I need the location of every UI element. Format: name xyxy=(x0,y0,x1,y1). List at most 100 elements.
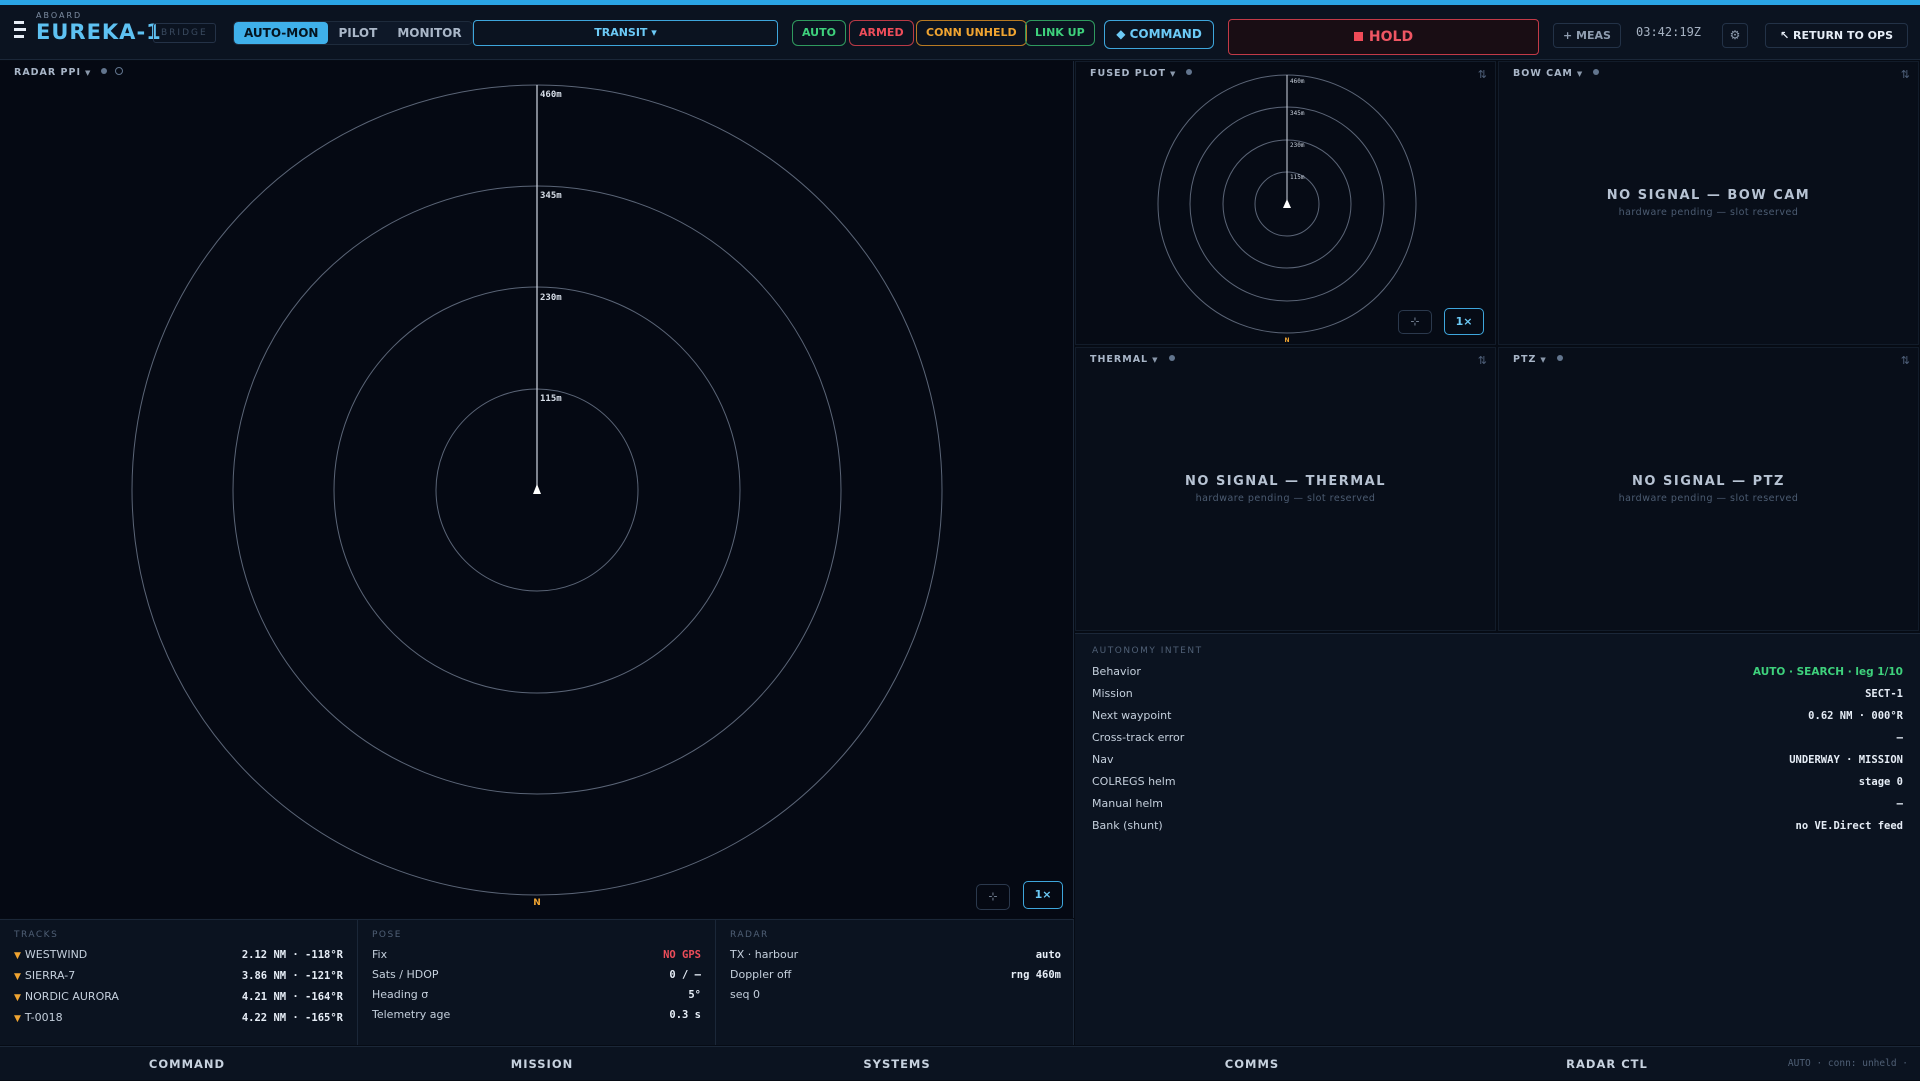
intent-row: Next waypoint 0.62 NM · 000°R xyxy=(1092,709,1903,722)
status-dot-icon xyxy=(1593,69,1600,75)
target-triangle-icon: ▼ xyxy=(14,972,21,982)
target-triangle-icon: ▼ xyxy=(14,951,21,961)
pose-row: Telemetry age 0.3 s xyxy=(372,1008,701,1021)
command-button[interactable]: ◆ COMMAND xyxy=(1104,20,1214,49)
track-row[interactable]: ▼ WESTWIND 2.12 NM · -118°R xyxy=(14,945,343,966)
brand-subtitle: ABOARD xyxy=(36,11,83,20)
recenter-button[interactable]: ⊹ xyxy=(1398,310,1432,334)
zoom-button[interactable]: 1× xyxy=(1023,881,1063,909)
range-label: 345m xyxy=(1290,110,1305,117)
fused-plot-scope[interactable]: 115m 230m 345m 460m N xyxy=(1076,62,1497,346)
radar-row: Doppler off rng 460m xyxy=(730,968,1061,981)
recenter-button[interactable]: ⊹ xyxy=(976,884,1010,910)
connection-status: AUTO · conn: unheld · xyxy=(1787,1058,1908,1069)
add-measurement-button[interactable]: + MEAS xyxy=(1553,23,1621,48)
range-label: 460m xyxy=(1290,78,1305,85)
stop-icon xyxy=(1353,32,1363,41)
zoom-button[interactable]: 1× xyxy=(1444,308,1484,335)
swap-icon[interactable]: ⇅ xyxy=(1901,354,1910,367)
track-row[interactable]: ▼ NORDIC AURORA 4.21 NM · -164°R xyxy=(14,987,343,1008)
radar-status-panel: RADAR TX · harbour auto Doppler off rng 46… xyxy=(716,919,1074,1045)
top-bar: ABOARD EUREKA-1 BRIDGE AUTO-MON PILOT MO… xyxy=(0,5,1920,60)
pose-row: Fix NO GPS xyxy=(372,945,701,965)
mode-selector: AUTO-MON PILOT MONITOR xyxy=(233,21,473,45)
behavior-value: AUTO · SEARCH · leg 1/10 xyxy=(1752,666,1903,678)
mode-pilot[interactable]: PILOT xyxy=(328,22,387,44)
chevron-down-icon: ▼ xyxy=(1576,70,1584,78)
north-marker: N xyxy=(533,898,541,908)
bridge-badge: BRIDGE xyxy=(153,23,216,43)
radar-row: seq 0 xyxy=(730,988,760,1001)
section-header: TRACKS xyxy=(14,930,59,940)
section-header: AUTONOMY INTENT xyxy=(1092,646,1203,656)
no-signal-message: NO SIGNAL — BOW CAM hardware pending — s… xyxy=(1606,188,1811,218)
settings-button[interactable]: ⚙ xyxy=(1722,23,1748,48)
tracks-panel: TRACKS ▼ WESTWIND 2.12 NM · -118°R ▼ SIERRA… xyxy=(0,919,358,1045)
swap-icon[interactable]: ⇅ xyxy=(1478,354,1487,367)
intent-row: Mission SECT-1 xyxy=(1092,687,1903,700)
range-label: 230m xyxy=(1290,142,1305,149)
range-label: 460m xyxy=(540,90,562,100)
armed-status-pill: ARMED xyxy=(849,20,914,46)
radar-ppi-panel: RADAR PPI ▼ 115m 230m 345m 460m N ⊹ 1× xyxy=(0,61,1074,918)
auto-status-pill: AUTO xyxy=(792,20,846,46)
fused-plot-panel: FUSED PLOT ▼ ⇅ 115m 230m 345m 460m N ⊹ 1× xyxy=(1075,61,1496,345)
gps-fix-value: NO GPS xyxy=(663,949,701,961)
tab-radar-ctl[interactable]: RADAR CTL xyxy=(1507,1047,1707,1081)
thermal-title[interactable]: THERMAL ▼ xyxy=(1090,354,1175,365)
tab-systems[interactable]: SYSTEMS xyxy=(797,1047,997,1081)
range-label: 115m xyxy=(540,394,562,404)
intent-row: Behavior AUTO · SEARCH · leg 1/10 xyxy=(1092,661,1903,683)
mode-auto-mon[interactable]: AUTO-MON xyxy=(234,22,329,44)
ptz-title[interactable]: PTZ ▼ xyxy=(1513,354,1563,365)
brand: ABOARD EUREKA-1 xyxy=(14,11,162,44)
bow-cam-panel: BOW CAM ▼ ⇅ NO SIGNAL — BOW CAM hardware … xyxy=(1498,61,1919,345)
radar-row: TX · harbour auto xyxy=(730,948,1061,961)
tab-mission[interactable]: MISSION xyxy=(442,1047,642,1081)
intent-row: COLREGS helm stage 0 xyxy=(1092,775,1903,788)
transit-dropdown[interactable]: TRANSIT ▾ xyxy=(473,20,778,46)
no-signal-message: NO SIGNAL — PTZ hardware pending — slot … xyxy=(1618,474,1799,504)
intent-row: Cross-track error — xyxy=(1092,731,1903,744)
no-signal-message: NO SIGNAL — THERMAL hardware pending — s… xyxy=(1184,474,1387,504)
section-header: RADAR xyxy=(730,930,769,940)
pose-row: Sats / HDOP 0 / — xyxy=(372,968,701,981)
pose-panel: POSE Fix NO GPS Sats / HDOP 0 / — Heading … xyxy=(358,919,716,1045)
swap-icon[interactable]: ⇅ xyxy=(1901,68,1910,81)
ptz-panel: PTZ ▼ ⇅ NO SIGNAL — PTZ hardware pending … xyxy=(1498,347,1919,631)
own-ship-icon xyxy=(533,484,541,494)
track-row[interactable]: ▼ T-0018 4.22 NM · -165°R xyxy=(14,1008,343,1029)
target-triangle-icon: ▼ xyxy=(14,993,21,1003)
hold-label: HOLD xyxy=(1368,29,1414,45)
hold-button[interactable]: HOLD xyxy=(1228,19,1539,55)
utc-clock: 03:42:19Z xyxy=(1636,25,1702,39)
conn-status-pill: CONN UNHELD xyxy=(916,20,1027,46)
tab-command[interactable]: COMMAND xyxy=(87,1047,287,1081)
crosshair-icon: ⊹ xyxy=(988,890,998,903)
radar-ppi-scope[interactable]: 115m 230m 345m 460m N xyxy=(0,61,1074,918)
chevron-down-icon: ▼ xyxy=(1540,356,1547,364)
range-label: 230m xyxy=(540,293,562,303)
intent-row: Nav UNDERWAY · MISSION xyxy=(1092,753,1903,766)
crosshair-icon: ⊹ xyxy=(1410,315,1420,328)
intent-row: Bank (shunt) no VE.Direct feed xyxy=(1092,819,1903,832)
link-status-pill: LINK UP xyxy=(1025,20,1095,46)
tab-comms[interactable]: COMMS xyxy=(1152,1047,1352,1081)
status-dot-icon xyxy=(1168,355,1175,361)
autonomy-intent-panel: AUTONOMY INTENT Behavior AUTO · SEARCH · … xyxy=(1075,633,1920,1045)
menu-icon[interactable] xyxy=(14,21,28,38)
return-to-ops-button[interactable]: ↖ RETURN TO OPS xyxy=(1765,23,1908,48)
gear-icon: ⚙ xyxy=(1729,28,1741,42)
bow-cam-title[interactable]: BOW CAM ▼ xyxy=(1513,68,1600,79)
range-label: 345m xyxy=(540,191,562,201)
mode-monitor[interactable]: MONITOR xyxy=(387,22,471,44)
chevron-down-icon: ▼ xyxy=(1152,356,1159,364)
track-row[interactable]: ▼ SIERRA-7 3.86 NM · -121°R xyxy=(14,966,343,987)
north-marker: N xyxy=(1284,337,1289,344)
section-header: POSE xyxy=(372,930,402,940)
target-triangle-icon: ▼ xyxy=(14,1014,21,1024)
bottom-nav: COMMAND MISSION SYSTEMS COMMS RADAR CTL … xyxy=(0,1046,1920,1080)
own-ship-icon xyxy=(1283,199,1291,208)
intent-row: Manual helm — xyxy=(1092,797,1903,810)
range-label: 115m xyxy=(1290,174,1305,181)
